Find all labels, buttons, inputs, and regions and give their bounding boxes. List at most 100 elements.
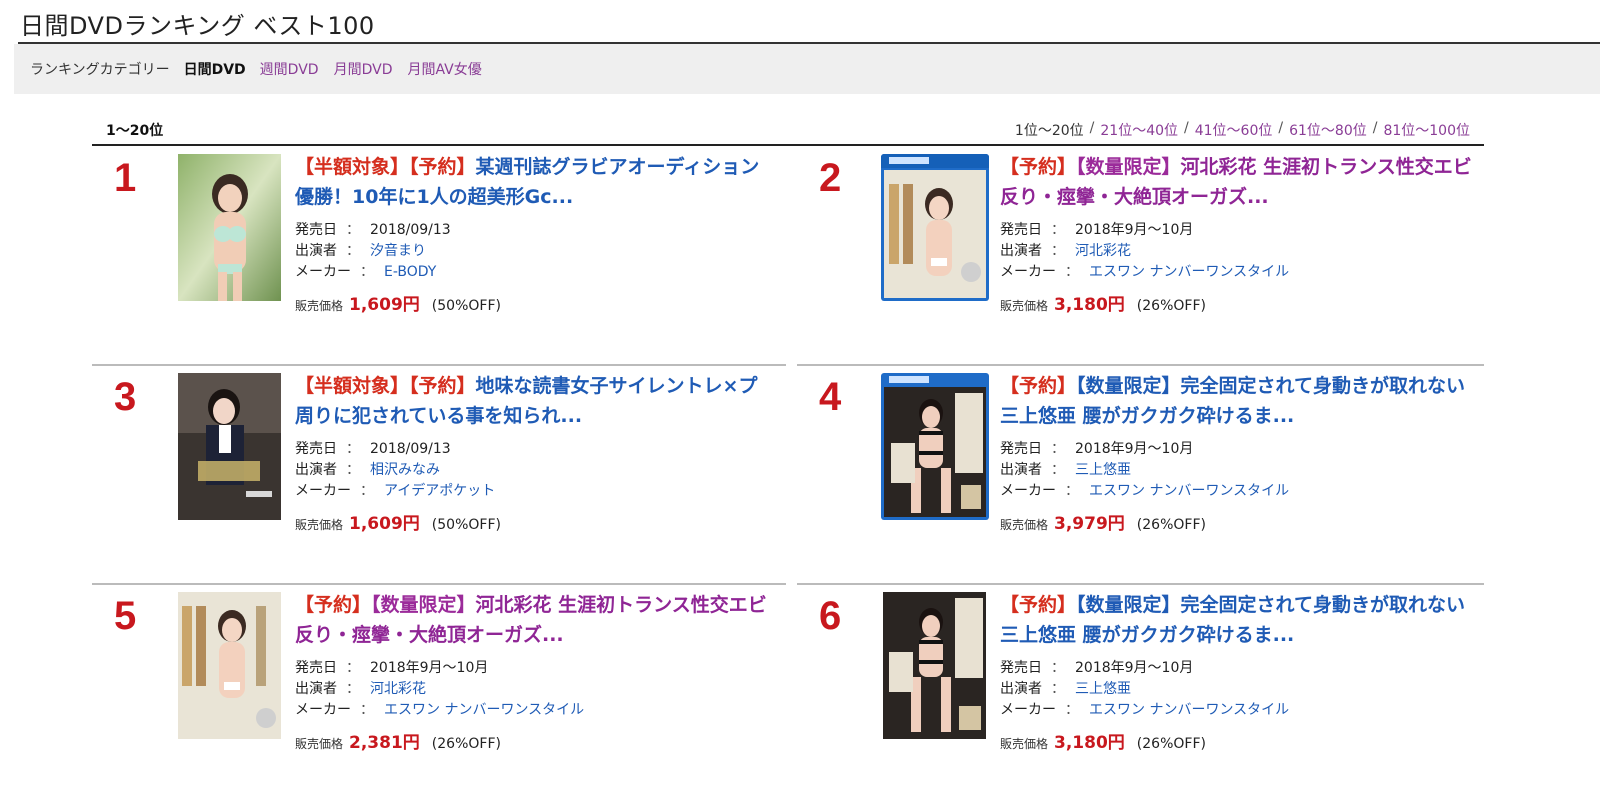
product-title-link[interactable]: 【予約】【数量限定】河北彩花 生涯初トランス性交エビ反り・痙攣・大絶頂オーガズ.… — [295, 590, 773, 650]
pager-separator: / — [1184, 120, 1189, 136]
discount-rate: (26%OFF) — [1136, 298, 1206, 314]
colon: ： — [1065, 483, 1079, 499]
product-thumbnail[interactable] — [881, 373, 989, 520]
ranking-category-bar: ランキングカテゴリー 日間DVD 週間DVD 月間DVD 月間AV女優 — [14, 44, 1600, 94]
product-thumbnail[interactable] — [881, 154, 989, 301]
performer-link[interactable]: 河北彩花 — [1075, 241, 1131, 262]
rank-number: 4 — [819, 375, 842, 419]
colon: ： — [1051, 222, 1065, 238]
release-date: 2018年9月〜10月 — [1075, 222, 1194, 238]
discount-rate: (26%OFF) — [1136, 517, 1206, 533]
maker-label: メーカー — [295, 483, 351, 499]
ranking-item: 5 【予約】【数量限定】河北彩花 生涯初トランス性交エビ反り・痙攣・大絶頂オーガ… — [92, 586, 786, 810]
performer-link[interactable]: 三上悠亜 — [1075, 679, 1131, 700]
colon: ： — [360, 483, 374, 499]
tag-reservation: 【予約】 — [1000, 594, 1077, 616]
maker-link[interactable]: エスワン ナンバーワンスタイル — [384, 700, 584, 721]
price-label: 販売価格 — [295, 518, 344, 532]
release-date: 2018/09/13 — [370, 222, 451, 238]
colon: ： — [1051, 243, 1065, 259]
maker-link[interactable]: エスワン ナンバーワンスタイル — [1089, 481, 1289, 502]
category-label: ランキングカテゴリー — [30, 62, 170, 78]
product-thumbnail[interactable] — [883, 592, 986, 739]
product-thumbnail[interactable] — [178, 592, 281, 739]
tag-limited: 【数量限定】 — [1076, 375, 1181, 397]
tag-reservation: 【予約】 — [1000, 375, 1077, 397]
product-meta: 発売日 ： 2018/09/13 出演者 ： 汐音まり メーカー ： E-BODY — [295, 220, 451, 283]
release-label: 発売日 — [1000, 222, 1042, 238]
product-title-link[interactable]: 【予約】【数量限定】完全固定されて身動きが取れない三上悠亜 腰がガクガク砕けるま… — [1000, 590, 1478, 650]
maker-label: メーカー — [1000, 483, 1056, 499]
category-link-weekly-dvd[interactable]: 週間DVD — [260, 59, 319, 79]
discount-rate: (50%OFF) — [431, 517, 501, 533]
colon: ： — [1051, 681, 1065, 697]
colon: ： — [1051, 660, 1065, 676]
colon: ： — [346, 681, 360, 697]
colon: ： — [1065, 264, 1079, 280]
page-title: 日間DVDランキング ベスト100 — [20, 12, 375, 40]
performer-label: 出演者 — [295, 243, 337, 259]
product-title-link[interactable]: 【半額対象】【予約】地味な読書女子サイレントレ×プ 周りに犯されている事を知られ… — [295, 371, 773, 431]
performer-link[interactable]: 汐音まり — [370, 241, 426, 262]
price-row: 販売価格 1,609円 (50%OFF) — [295, 509, 501, 534]
range-bar: 1〜20位 1位〜20位 / 21位〜40位 / 41位〜60位 / 61位〜8… — [92, 116, 1484, 146]
discount-rate: (26%OFF) — [1136, 736, 1206, 752]
rank-number: 5 — [114, 594, 137, 638]
pager-link-21-40[interactable]: 21位〜40位 — [1100, 120, 1178, 140]
price-label: 販売価格 — [295, 299, 344, 313]
release-label: 発売日 — [1000, 660, 1042, 676]
performer-label: 出演者 — [1000, 462, 1042, 478]
category-link-monthly-dvd[interactable]: 月間DVD — [334, 59, 393, 79]
colon: ： — [346, 243, 360, 259]
maker-link[interactable]: アイデアポケット — [384, 481, 495, 502]
tag-reservation: 【予約】 — [1000, 156, 1077, 178]
product-meta: 発売日 ： 2018年9月〜10月 出演者 ： 三上悠亜 メーカー ： エスワン ナンバーワ… — [1000, 658, 1289, 721]
colon: ： — [1051, 462, 1065, 478]
category-current-daily-dvd: 日間DVD — [183, 62, 246, 78]
price-row: 販売価格 1,609円 (50%OFF) — [295, 290, 501, 315]
ranking-item: 4 【予約】【数量限定】完全固定されて身動きが取れない三上悠亜 腰がガクガク砕け… — [797, 367, 1484, 585]
release-label: 発売日 — [295, 441, 337, 457]
price-value: 3,180円 — [1054, 295, 1125, 315]
pager-link-81-100[interactable]: 81位〜100位 — [1383, 120, 1470, 140]
tag-reservation: 【予約】 — [295, 594, 372, 616]
product-meta: 発売日 ： 2018年9月〜10月 出演者 ： 河北彩花 メーカー ： エスワン ナンバーワ… — [1000, 220, 1289, 283]
ranking-item: 1 【半額対象】【予約】某週刊誌グラビアオーディション優勝！10年に1人の超美形… — [92, 148, 786, 366]
product-meta: 発売日 ： 2018/09/13 出演者 ： 相沢みなみ メーカー ： アイデアポケット — [295, 439, 495, 502]
performer-link[interactable]: 相沢みなみ — [370, 460, 440, 481]
product-thumbnail[interactable] — [178, 373, 281, 520]
maker-link[interactable]: エスワン ナンバーワンスタイル — [1089, 700, 1289, 721]
ranking-item: 3 【半額対象】【予約】地味な読書女子サイレントレ×プ 周りに犯されている事を知… — [92, 367, 786, 585]
rank-number: 6 — [819, 594, 842, 638]
price-row: 販売価格 2,381円 (26%OFF) — [295, 728, 501, 753]
pager-current: 1位〜20位 — [1014, 123, 1084, 139]
colon: ： — [346, 222, 360, 238]
tag-half-price: 【半額対象】 — [295, 375, 410, 397]
release-date: 2018年9月〜10月 — [1075, 441, 1194, 457]
maker-link[interactable]: エスワン ナンバーワンスタイル — [1089, 262, 1289, 283]
discount-rate: (50%OFF) — [431, 298, 501, 314]
pager-link-61-80[interactable]: 61位〜80位 — [1289, 120, 1367, 140]
tag-limited: 【数量限定】 — [1076, 156, 1181, 178]
price-value: 3,180円 — [1054, 733, 1125, 753]
product-title-link[interactable]: 【半額対象】【予約】某週刊誌グラビアオーディション優勝！10年に1人の超美形Gc… — [295, 152, 773, 212]
tag-reservation: 【予約】 — [409, 156, 476, 178]
performer-link[interactable]: 三上悠亜 — [1075, 460, 1131, 481]
maker-link[interactable]: E-BODY — [384, 262, 436, 283]
category-link-monthly-actress[interactable]: 月間AV女優 — [407, 59, 481, 79]
product-title-link[interactable]: 【予約】【数量限定】完全固定されて身動きが取れない三上悠亜 腰がガクガク砕けるま… — [1000, 371, 1478, 431]
release-date: 2018/09/13 — [370, 441, 451, 457]
colon: ： — [346, 462, 360, 478]
rank-number: 1 — [114, 156, 137, 200]
price-value: 1,609円 — [349, 295, 420, 315]
tag-limited: 【数量限定】 — [371, 594, 476, 616]
colon: ： — [1051, 441, 1065, 457]
pager-separator: / — [1089, 120, 1095, 136]
performer-link[interactable]: 河北彩花 — [370, 679, 426, 700]
product-thumbnail[interactable] — [178, 154, 281, 301]
pager-link-41-60[interactable]: 41位〜60位 — [1195, 120, 1273, 140]
product-title-link[interactable]: 【予約】【数量限定】河北彩花 生涯初トランス性交エビ反り・痙攣・大絶頂オーガズ.… — [1000, 152, 1478, 212]
release-date: 2018年9月〜10月 — [1075, 660, 1194, 676]
price-row: 販売価格 3,180円 (26%OFF) — [1000, 728, 1206, 753]
pager-separator: / — [1278, 120, 1284, 136]
